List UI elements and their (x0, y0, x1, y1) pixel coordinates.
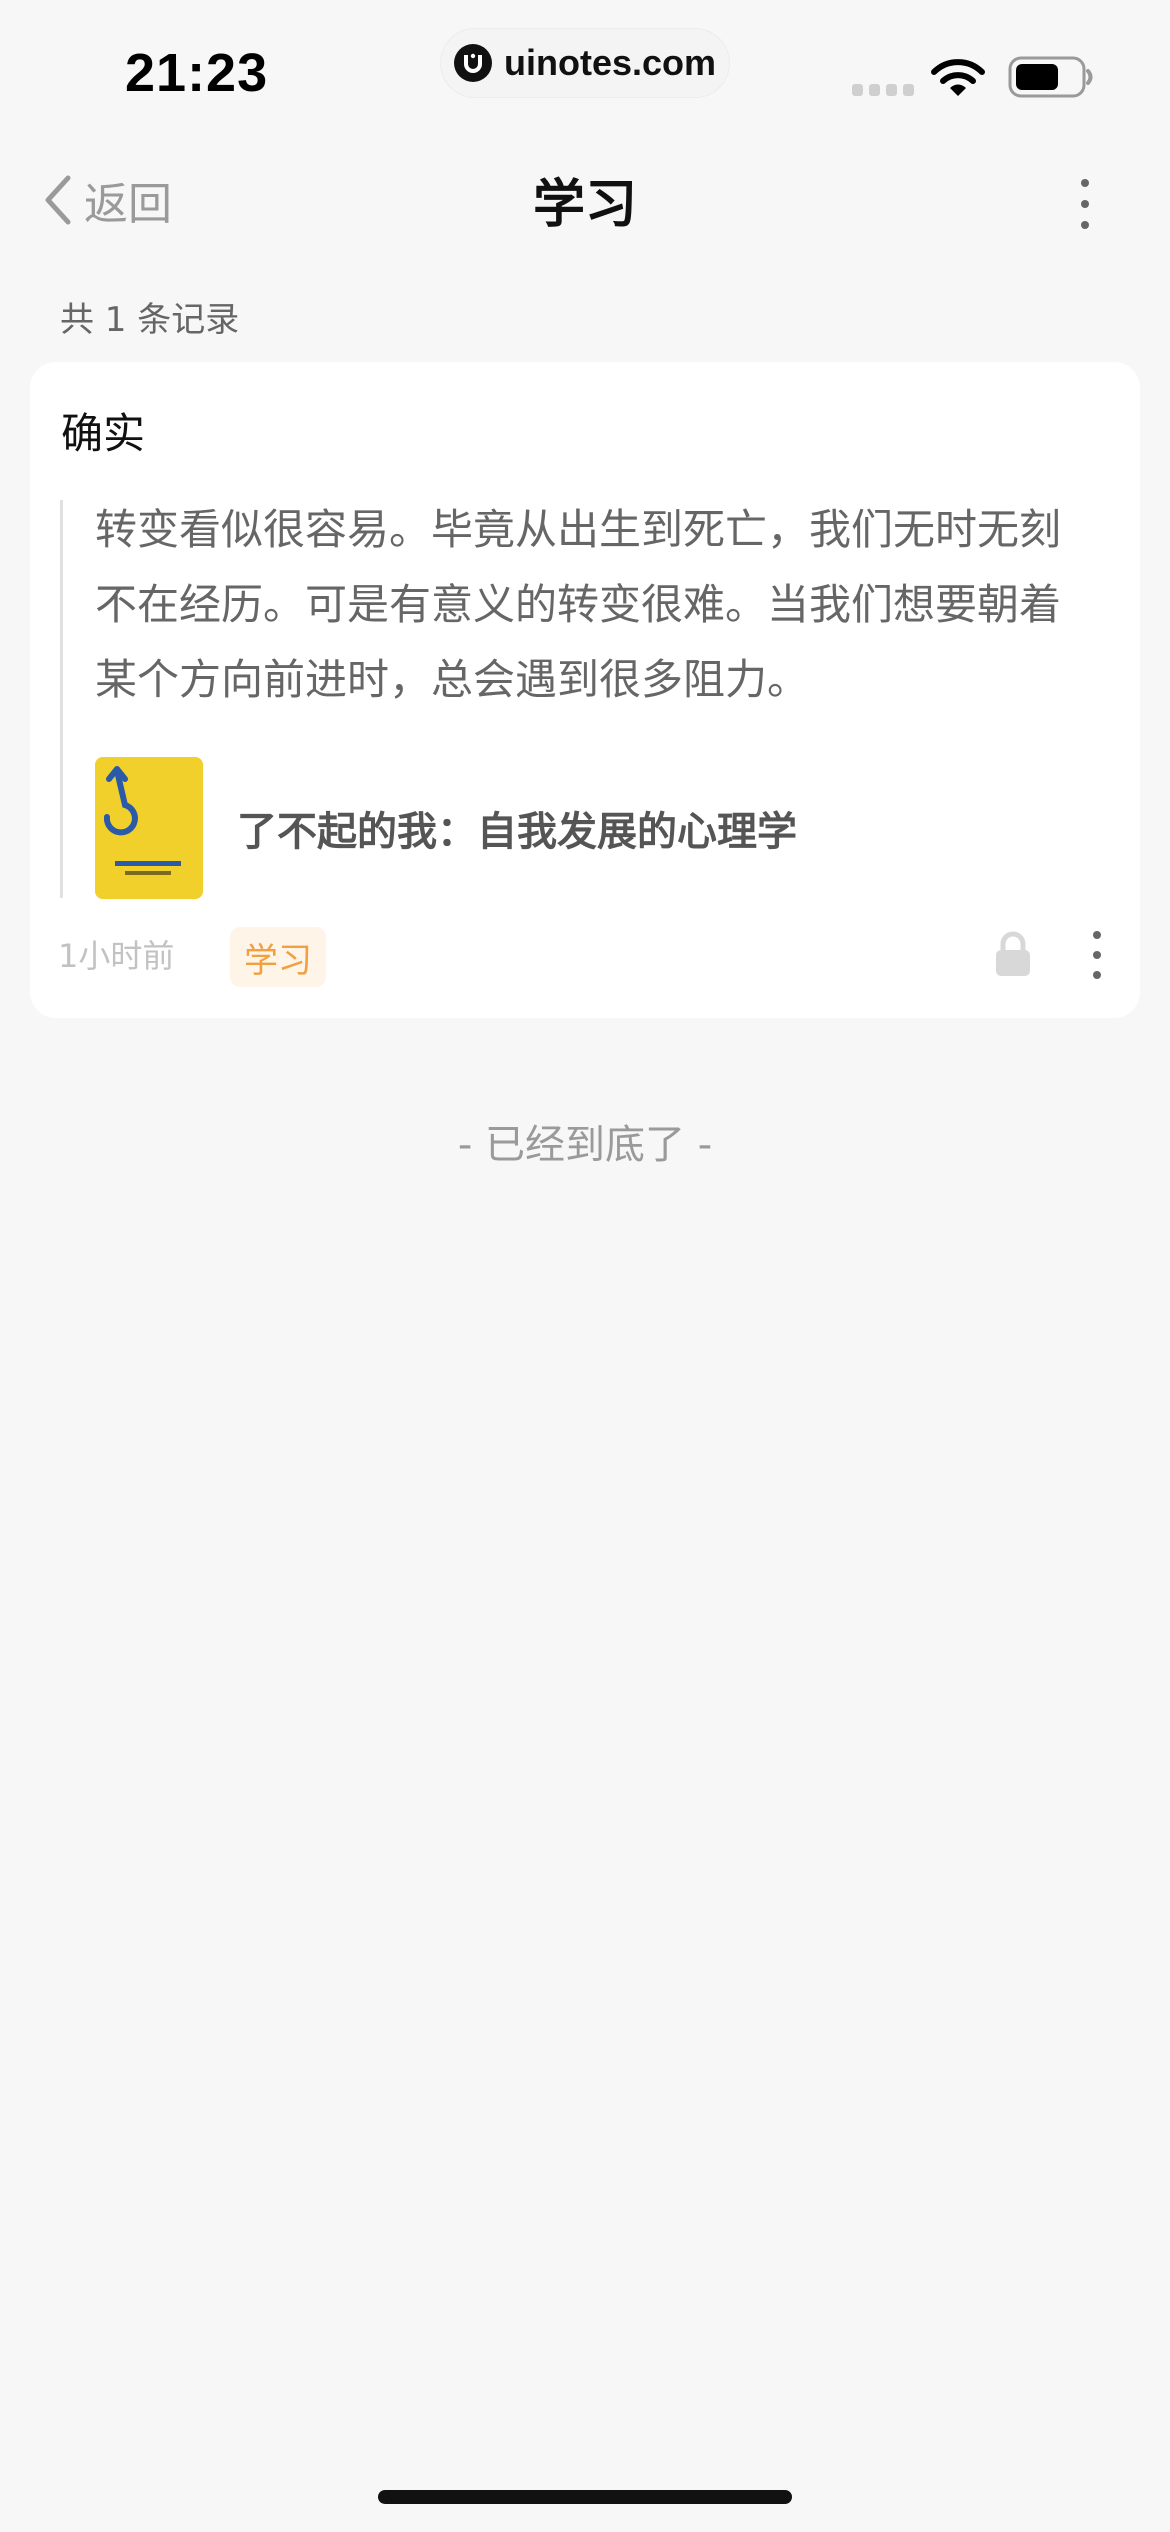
lock-icon[interactable] (994, 931, 1032, 977)
signal-icon (852, 84, 914, 96)
record-card[interactable]: 确实 转变看似很容易。毕竟从出生到死亡，我们无时无刻不在经历。可是有意义的转变很… (30, 362, 1140, 1018)
tag-badge[interactable]: 学习 (230, 927, 326, 987)
page-title: 学习 (532, 175, 637, 235)
quote-block: 转变看似很容易。毕竟从出生到死亡，我们无时无刻不在经历。可是有意义的转变很难。当… (60, 500, 1103, 900)
book-cover (95, 756, 203, 899)
home-indicator[interactable] (378, 2490, 792, 2504)
timestamp: 1小时前 (58, 937, 175, 975)
more-vertical-icon[interactable] (1070, 174, 1100, 234)
card-footer: 1小时前 学习 (58, 927, 1108, 989)
url-text: uinotes.com (503, 42, 717, 83)
book-title: 了不起的我：自我发展的心理学 (237, 808, 797, 855)
book-link[interactable]: 了不起的我：自我发展的心理学 (95, 755, 797, 900)
battery-icon (1008, 56, 1093, 98)
status-time: 21:23 (125, 43, 269, 103)
nav-bar: 返回 学习 (0, 140, 1170, 260)
quote-text: 转变看似很容易。毕竟从出生到死亡，我们无时无刻不在经历。可是有意义的转变很难。当… (95, 505, 1062, 704)
status-bar: 21:23 uinotes.com (0, 0, 1170, 140)
url-pill[interactable]: uinotes.com (440, 28, 730, 98)
book-cover-art-icon (95, 756, 203, 899)
record-count: 共 1 条记录 (60, 300, 240, 340)
wifi-icon (931, 59, 985, 96)
card-more-vertical-icon[interactable] (1082, 927, 1112, 983)
end-of-list-text: - 已经到底了 - (457, 1122, 713, 1168)
site-logo-icon (453, 44, 492, 82)
card-note: 确实 (61, 409, 146, 458)
